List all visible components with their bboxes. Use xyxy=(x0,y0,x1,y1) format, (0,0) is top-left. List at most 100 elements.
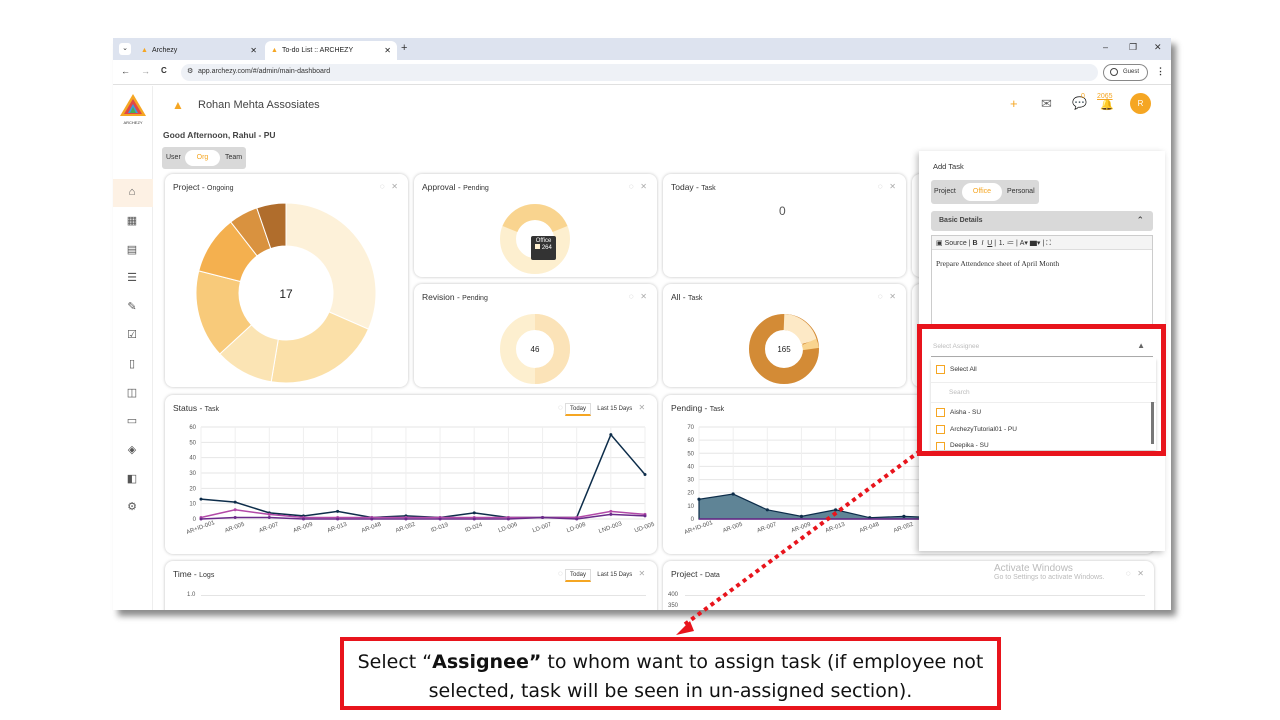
data-point xyxy=(404,517,408,521)
card-title: Time - xyxy=(173,569,200,579)
hide-icon[interactable]: ◌ xyxy=(629,292,634,301)
type-personal-button[interactable]: Personal xyxy=(1007,188,1035,195)
close-icon[interactable]: ✕ xyxy=(640,292,647,301)
close-icon[interactable]: ✕ xyxy=(391,182,398,191)
report-icon[interactable]: ◧ xyxy=(123,470,141,488)
bullet-list-icon[interactable]: ≔ xyxy=(1007,240,1014,247)
card-subtitle: Task xyxy=(204,406,220,413)
hide-icon[interactable]: ◌ xyxy=(878,182,883,191)
maximize-button[interactable]: ❐ xyxy=(1129,42,1137,53)
new-tab-button[interactable]: + xyxy=(401,42,407,54)
reload-button[interactable]: C xyxy=(161,66,167,75)
bg-color-icon[interactable]: ▆▾ xyxy=(1030,240,1041,247)
scope-toggle: User Org Team xyxy=(162,147,246,169)
x-tick-label: AR-013 xyxy=(327,522,349,535)
bag-icon[interactable]: ◫ xyxy=(123,384,141,402)
today-button[interactable]: Today xyxy=(565,403,592,416)
calculator-icon[interactable]: ▦ xyxy=(123,212,141,230)
bold-button[interactable]: B xyxy=(972,240,977,247)
close-icon[interactable]: ✕ xyxy=(889,292,896,301)
x-tick-label: LD-007 xyxy=(532,522,553,535)
close-icon[interactable]: ✕ xyxy=(889,182,896,191)
home-icon[interactable]: ⌂ xyxy=(123,183,141,201)
folder-icon[interactable]: ▭ xyxy=(123,412,141,430)
chevron-up-icon[interactable]: ⌃ xyxy=(1136,215,1144,226)
maximize-icon[interactable]: ⛶ xyxy=(1046,240,1051,247)
x-tick-label: AR-048 xyxy=(361,522,383,535)
data-point xyxy=(267,512,271,516)
today-button[interactable]: Today xyxy=(565,569,592,582)
hide-icon[interactable]: ◌ xyxy=(1126,569,1131,578)
all-task-card: All - Task ◌ ✕ 165 xyxy=(663,284,906,387)
edit-icon[interactable]: ✎ xyxy=(123,298,141,316)
avatar[interactable]: R xyxy=(1130,93,1151,114)
hide-icon[interactable]: ◌ xyxy=(629,182,634,191)
hide-icon[interactable]: ◌ xyxy=(558,569,563,578)
list-icon[interactable]: ☰ xyxy=(123,269,141,287)
shield-icon[interactable]: ◈ xyxy=(123,441,141,459)
card-subtitle: Task xyxy=(688,295,703,302)
book-icon[interactable]: ▯ xyxy=(123,355,141,373)
last-15-days-button[interactable]: Last 15 Days xyxy=(593,404,636,414)
tab-todo-list[interactable]: ▲ To-do List :: ARCHEZY ✕ xyxy=(265,41,397,60)
line-series xyxy=(200,433,646,519)
source-icon[interactable]: ▣ xyxy=(936,240,943,247)
data-point xyxy=(199,517,203,521)
italic-button[interactable]: I xyxy=(981,240,983,247)
type-project-button[interactable]: Project xyxy=(934,188,956,195)
numbered-list-icon[interactable]: ⒈ xyxy=(998,240,1005,247)
scope-user-button[interactable]: User xyxy=(166,154,181,161)
clipboard-icon[interactable]: ▤ xyxy=(123,241,141,259)
scope-org-button[interactable]: Org xyxy=(185,150,220,166)
tab-list-button[interactable]: ⌄ xyxy=(119,43,131,55)
editor-toolbar: ▣ Source | B I U | ⒈ ≔ | A▾ ▆▾ | ⛶ xyxy=(932,236,1152,250)
legend-swatch xyxy=(535,244,541,249)
hide-icon[interactable]: ◌ xyxy=(380,182,385,191)
tab-archezy[interactable]: ▲ Archezy ✕ xyxy=(135,41,263,60)
url-field[interactable]: ⚙ app.archezy.com/#/admin/main-dashboard xyxy=(181,64,1098,81)
underline-button[interactable]: U xyxy=(987,240,992,247)
close-icon[interactable]: ✕ xyxy=(639,569,646,578)
hide-icon[interactable]: ◌ xyxy=(878,292,883,301)
task-description[interactable]: Prepare Attendence sheet of April Month xyxy=(932,250,1152,277)
gridline xyxy=(201,595,646,596)
close-icon[interactable]: ✕ xyxy=(1137,569,1144,578)
address-bar-row: ← → C ⚙ app.archezy.com/#/admin/main-dash… xyxy=(113,60,1171,85)
mail-icon[interactable]: ✉ xyxy=(1041,96,1052,112)
profile-button[interactable]: Guest xyxy=(1103,64,1148,81)
archezy-favicon-icon: ▲ xyxy=(141,47,148,54)
app-logo: ARCHEZY xyxy=(120,94,146,125)
y-tick-label: 60 xyxy=(189,425,196,431)
close-icon[interactable]: ✕ xyxy=(639,403,646,412)
settings-icon[interactable]: ⚙ xyxy=(123,498,141,516)
hide-icon[interactable]: ◌ xyxy=(558,403,563,412)
instruction-callout: Select “Assignee” to whom want to assign… xyxy=(340,637,1001,710)
assignee-highlight-box xyxy=(917,324,1166,456)
data-point xyxy=(575,517,579,521)
donut-slice xyxy=(270,311,370,384)
card-title: All - xyxy=(671,292,688,302)
y-tick-label: 1.0 xyxy=(187,592,196,598)
type-office-button[interactable]: Office xyxy=(962,183,1002,201)
task-check-icon[interactable]: ☑ xyxy=(123,326,141,344)
card-title: Revision - xyxy=(422,292,463,302)
scope-team-button[interactable]: Team xyxy=(225,154,242,161)
forward-button[interactable]: → xyxy=(141,66,150,76)
last-15-days-button[interactable]: Last 15 Days xyxy=(593,570,636,580)
source-button[interactable]: Source xyxy=(945,240,967,247)
close-tab-icon[interactable]: ✕ xyxy=(250,46,257,55)
donut-center-label: 17 xyxy=(279,287,293,301)
data-point xyxy=(643,514,647,518)
close-window-button[interactable]: ✕ xyxy=(1154,42,1162,53)
close-icon[interactable]: ✕ xyxy=(640,182,647,191)
x-tick-label: ID-019 xyxy=(430,522,450,534)
basic-details-header[interactable]: Basic Details ⌃ xyxy=(931,211,1153,231)
minimize-button[interactable]: – xyxy=(1103,42,1108,52)
site-info-icon[interactable]: ⚙ xyxy=(187,67,193,75)
add-icon[interactable]: + xyxy=(1010,96,1018,111)
browser-menu-icon[interactable]: ⋮ xyxy=(1156,66,1165,77)
data-point xyxy=(301,517,305,521)
close-tab-icon[interactable]: ✕ xyxy=(384,46,391,55)
back-button[interactable]: ← xyxy=(121,66,130,76)
text-color-icon[interactable]: A▾ xyxy=(1020,240,1028,247)
